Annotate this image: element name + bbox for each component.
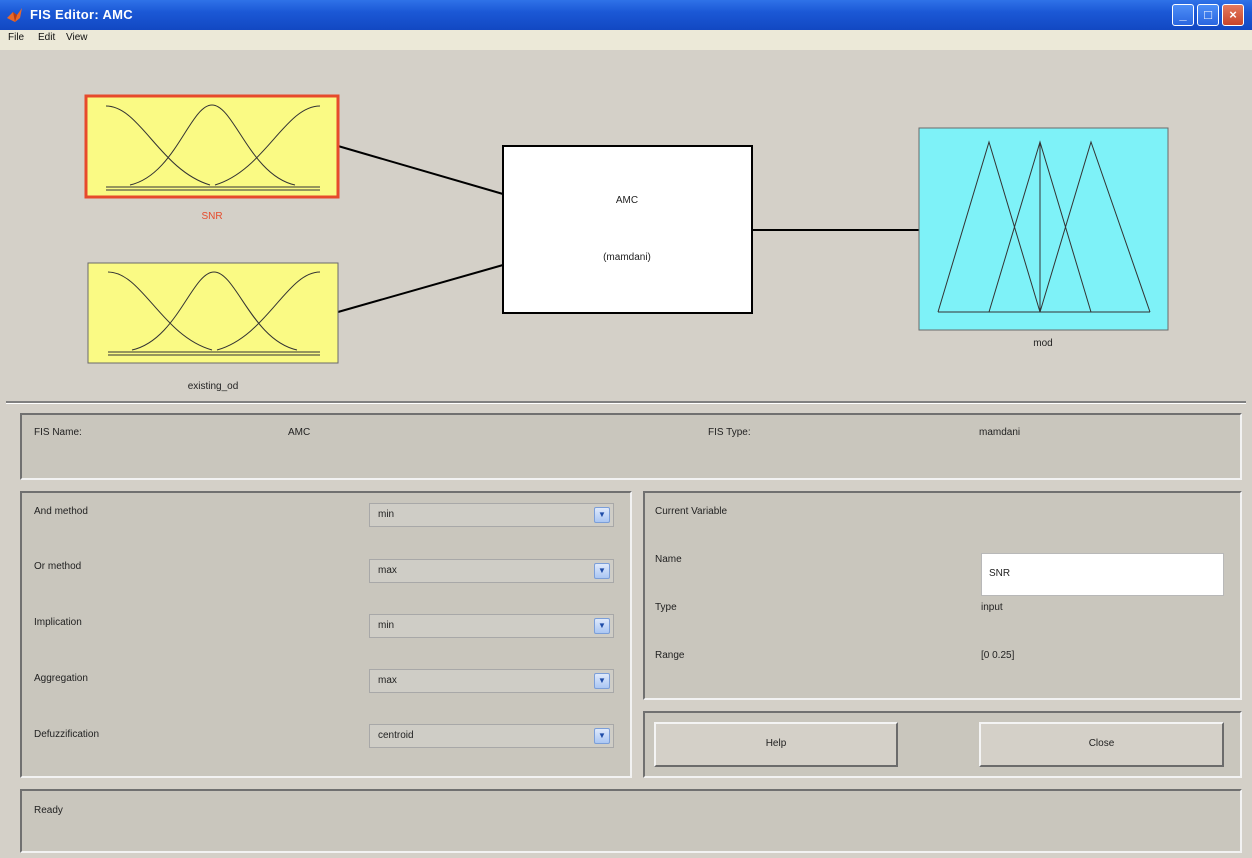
menu-file[interactable]: File xyxy=(8,32,24,43)
menu-edit[interactable]: Edit xyxy=(38,32,55,43)
or-method-label: Or method xyxy=(34,561,82,572)
close-window-button[interactable]: × xyxy=(1222,4,1244,26)
defuzzification-value: centroid xyxy=(378,730,414,741)
fis-diagram-canvas: SNR existing_od AMC (mamdani) mod xyxy=(84,94,1169,392)
variable-name-field[interactable]: SNR xyxy=(981,553,1224,596)
connector-snr xyxy=(337,145,504,195)
variable-name-label: Name xyxy=(655,554,682,565)
current-variable-title: Current Variable xyxy=(655,506,728,517)
fis-type-value: mamdani xyxy=(979,427,1021,438)
minimize-button[interactable]: _ xyxy=(1172,4,1194,26)
defuzzification-label: Defuzzification xyxy=(34,729,100,740)
status-text: Ready xyxy=(34,805,63,816)
variable-type-label: Type xyxy=(655,602,677,613)
fis-diagram: SNR existing_od AMC (mamdani) mod xyxy=(0,50,1252,400)
chevron-down-icon[interactable]: ▼ xyxy=(594,618,610,634)
aggregation-value: max xyxy=(378,675,397,686)
and-method-label: And method xyxy=(34,506,88,517)
methods-panel: And method min ▼ Or method max ▼ Implica… xyxy=(20,491,632,778)
output-label-mod: mod xyxy=(1033,338,1052,349)
fis-info-panel: FIS Name: AMC FIS Type: mamdani xyxy=(20,413,1242,480)
chevron-down-icon[interactable]: ▼ xyxy=(594,728,610,744)
fis-name-label: FIS Name: xyxy=(34,427,82,438)
variable-name-value: SNR xyxy=(989,568,1011,579)
window-title: FIS Editor: AMC xyxy=(30,7,133,22)
variable-range-label: Range xyxy=(655,650,685,661)
implication-value: min xyxy=(378,620,395,631)
title-bar: FIS Editor: AMC _ □ × xyxy=(0,0,1252,30)
implication-select[interactable]: min ▼ xyxy=(369,614,614,638)
input-label-snr: SNR xyxy=(201,211,222,222)
variable-range-value: [0 0.25] xyxy=(981,650,1015,661)
implication-label: Implication xyxy=(34,617,82,628)
system-name: AMC xyxy=(616,195,638,206)
menu-bar: File Edit View xyxy=(0,30,1252,50)
close-button[interactable]: Close xyxy=(979,722,1224,767)
and-method-value: min xyxy=(378,509,395,520)
menu-view[interactable]: View xyxy=(66,32,88,43)
and-method-select[interactable]: min ▼ xyxy=(369,503,614,527)
fis-type-label: FIS Type: xyxy=(708,427,751,438)
chevron-down-icon[interactable]: ▼ xyxy=(594,507,610,523)
aggregation-label: Aggregation xyxy=(34,673,88,684)
chevron-down-icon[interactable]: ▼ xyxy=(594,563,610,579)
connector-existing-od xyxy=(337,264,504,313)
chevron-down-icon[interactable]: ▼ xyxy=(594,673,610,689)
or-method-select[interactable]: max ▼ xyxy=(369,559,614,583)
help-button[interactable]: Help xyxy=(654,722,898,767)
buttons-panel: Help Close xyxy=(643,711,1242,778)
variable-type-value: input xyxy=(981,602,1003,613)
defuzzification-select[interactable]: centroid ▼ xyxy=(369,724,614,748)
maximize-button[interactable]: □ xyxy=(1197,4,1219,26)
input-label-existing-od: existing_od xyxy=(188,381,239,392)
input-box-snr[interactable] xyxy=(84,94,340,199)
or-method-value: max xyxy=(378,565,397,576)
status-panel: Ready xyxy=(20,789,1242,853)
system-box[interactable] xyxy=(502,145,753,314)
current-variable-panel: Current Variable Name SNR Type input Ran… xyxy=(643,491,1242,700)
fis-name-value: AMC xyxy=(288,427,311,438)
input-box-existing-od[interactable] xyxy=(87,262,339,364)
matlab-logo-icon xyxy=(7,8,22,22)
aggregation-select[interactable]: max ▼ xyxy=(369,669,614,693)
system-type: (mamdani) xyxy=(603,252,651,263)
divider xyxy=(6,401,1246,404)
output-box-mod[interactable] xyxy=(918,127,1169,331)
